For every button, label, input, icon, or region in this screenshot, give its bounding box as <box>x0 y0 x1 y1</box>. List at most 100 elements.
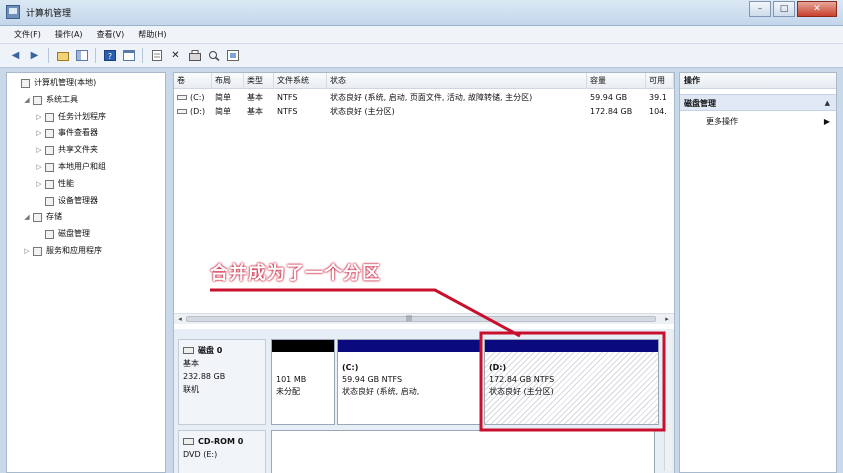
menu-file[interactable]: 文件(F) <box>14 29 41 40</box>
partition-text: 状态良好 (系统, 启动, <box>342 387 420 396</box>
tree-expander-icon[interactable]: ▷ <box>35 159 43 176</box>
up-folder-icon[interactable] <box>55 48 70 63</box>
table-row[interactable]: (C:) 简单 基本 NTFS 状态良好 (系统, 启动, 页面文件, 活动, 故障转储… <box>174 91 674 105</box>
tree-expander-icon[interactable]: ▷ <box>35 176 43 193</box>
table-cell: NTFS <box>274 91 327 105</box>
navigation-tree: 计算机管理(本地) ◢ 系统工具 ▷ 任务计划程序 ▷ 事件查看器 ▷ 共享文件夹 ▷ 本地用户和组… <box>6 72 166 473</box>
tree-expander-icon[interactable]: ▷ <box>23 243 31 260</box>
drive-icon <box>177 95 187 100</box>
actions-header: 操作 <box>680 73 836 89</box>
hard-disk-icon <box>183 347 194 354</box>
tree-expander-icon[interactable]: ▷ <box>35 109 43 126</box>
column-header[interactable]: 布局 <box>212 73 244 89</box>
tree-item-label: 计算机管理(本地) <box>34 78 97 87</box>
column-header[interactable]: 可用 <box>646 73 674 89</box>
tree-item-label: 任务计划程序 <box>58 111 106 121</box>
disk-info[interactable]: CD-ROM 0 DVD (E:) <box>178 430 266 473</box>
partition-color-bar <box>272 340 334 352</box>
scroll-thumb[interactable] <box>186 316 656 322</box>
tree-item-label: 性能 <box>58 178 74 188</box>
cell-text: 39.1 <box>649 93 667 102</box>
disk-type: DVD (E:) <box>183 450 218 459</box>
menu-action[interactable]: 操作(A) <box>55 29 83 40</box>
partition-text: 172.84 GB NTFS <box>489 375 555 384</box>
partition-block[interactable]: (D:) 172.84 GB NTFS 状态良好 (主分区) <box>484 339 659 425</box>
delete-icon[interactable]: ✕ <box>168 48 183 63</box>
partition-text: 101 MB <box>276 375 307 384</box>
search-icon[interactable] <box>206 48 221 63</box>
export-icon[interactable] <box>225 48 240 63</box>
tree-node-icon <box>45 112 54 122</box>
partition-block[interactable]: 101 MB 未分配 <box>271 339 335 425</box>
cell-text: 59.94 GB <box>590 93 628 102</box>
svg-text:?: ? <box>107 52 111 61</box>
maximize-button[interactable]: □ <box>773 1 795 17</box>
scroll-right-icon[interactable]: ▸ <box>662 315 672 323</box>
partition-text: (D:) <box>489 363 507 372</box>
column-header[interactable]: 卷 <box>174 73 212 89</box>
cell-text: 简单 <box>215 93 231 102</box>
cell-text: 基本 <box>247 107 263 116</box>
tree-item[interactable]: ◢ 存储 <box>7 209 165 226</box>
horizontal-scrollbar[interactable]: ◂ ||| ▸ <box>174 313 674 324</box>
cell-text: (C:) <box>190 93 205 102</box>
table-cell: 基本 <box>244 105 274 119</box>
tree-item[interactable]: ▷ 事件查看器 <box>7 125 165 142</box>
tree-item[interactable]: ◢ 系统工具 <box>7 92 165 109</box>
disk-type: 基本 <box>183 359 199 368</box>
help-icon[interactable]: ? <box>102 48 117 63</box>
table-cell: (D:) <box>174 105 212 119</box>
tree-item[interactable]: 计算机管理(本地) <box>7 75 165 92</box>
disk-info[interactable]: 磁盘 0 基本 232.88 GB 联机 <box>178 339 266 425</box>
back-icon[interactable]: ◀ <box>8 48 23 63</box>
tree-item[interactable]: ▷ 共享文件夹 <box>7 142 165 159</box>
tree-item-label: 存储 <box>46 212 62 222</box>
vertical-scrollbar[interactable] <box>664 331 672 471</box>
window-title: 计算机管理 <box>26 9 72 19</box>
column-header[interactable]: 容量 <box>587 73 646 89</box>
table-cell: 172.84 GB <box>587 105 646 119</box>
column-header[interactable]: 类型 <box>244 73 274 89</box>
more-actions-item[interactable]: 更多操作 ▶ <box>680 115 836 129</box>
minimize-button[interactable]: – <box>749 1 771 17</box>
properties-icon[interactable] <box>149 48 164 63</box>
scroll-left-icon[interactable]: ◂ <box>175 315 185 323</box>
cell-text: NTFS <box>277 107 298 116</box>
actions-section-disk-management[interactable]: 磁盘管理 ▲ <box>680 94 836 111</box>
tree-item[interactable]: ▷ 服务和应用程序 <box>7 243 165 260</box>
tree-node-icon <box>45 196 54 206</box>
disk-name: CD-ROM 0 <box>198 437 244 446</box>
menu-view[interactable]: 查看(V) <box>97 29 125 40</box>
tree-item[interactable]: 设备管理器 <box>7 193 165 210</box>
tree-expander-icon[interactable]: ◢ <box>23 209 31 226</box>
computer-management-icon <box>6 5 20 19</box>
tree-expander-icon[interactable]: ◢ <box>23 92 31 109</box>
scroll-grip-icon: ||| <box>405 315 413 322</box>
cell-text: (D:) <box>190 107 206 116</box>
cell-text: 104. <box>649 107 667 116</box>
partition-text <box>276 362 306 374</box>
collapse-icon[interactable]: ▲ <box>825 95 830 112</box>
table-cell: 59.94 GB <box>587 91 646 105</box>
settings-icon[interactable] <box>187 48 202 63</box>
column-header[interactable]: 文件系统 <box>274 73 327 89</box>
close-button[interactable]: ✕ <box>797 1 837 17</box>
table-row[interactable]: (D:) 简单 基本 NTFS 状态良好 (主分区) 172.84 GB 104. <box>174 105 674 119</box>
tree-expander-icon[interactable]: ▷ <box>35 125 43 142</box>
tree-item[interactable]: ▷ 本地用户和组 <box>7 159 165 176</box>
cell-text: 172.84 GB <box>590 107 633 116</box>
partition-text: 59.94 GB NTFS <box>342 375 403 384</box>
console-icon[interactable] <box>121 48 136 63</box>
menu-help[interactable]: 帮助(H) <box>138 29 166 40</box>
cd-rom-media-area[interactable] <box>271 430 655 473</box>
tree-expander-icon[interactable]: ▷ <box>35 142 43 159</box>
tree-item[interactable]: ▷ 任务计划程序 <box>7 109 165 126</box>
toolbar-separator <box>95 48 96 63</box>
tree-item[interactable]: ▷ 性能 <box>7 176 165 193</box>
show-hide-tree-icon[interactable] <box>74 48 89 63</box>
tree-item[interactable]: 磁盘管理 <box>7 226 165 243</box>
column-header[interactable]: 状态 <box>327 73 587 89</box>
annotation-text: 合并成为了一个分区 <box>210 263 381 284</box>
forward-icon[interactable]: ▶ <box>27 48 42 63</box>
partition-block[interactable]: (C:) 59.94 GB NTFS 状态良好 (系统, 启动, <box>337 339 482 425</box>
